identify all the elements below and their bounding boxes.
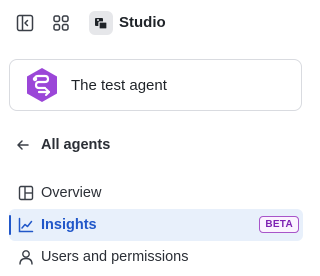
- all-agents-link[interactable]: All agents: [15, 134, 215, 156]
- nav-item-label: Users and permissions: [41, 249, 189, 265]
- sidebar-toggle-icon[interactable]: [13, 11, 37, 35]
- layout-icon: [17, 184, 35, 202]
- agent-selector-card[interactable]: The test agent: [9, 59, 302, 111]
- studio-logo-icon[interactable]: [89, 11, 113, 35]
- nav-item-users-and-permissions[interactable]: Users and permissions: [9, 241, 303, 273]
- top-bar: Studio: [0, 0, 315, 46]
- nav-item-insights[interactable]: Insights BETA: [9, 209, 303, 241]
- agent-avatar: [24, 67, 60, 103]
- app-title: Studio: [119, 14, 166, 31]
- beta-badge: BETA: [259, 216, 299, 233]
- agent-name: The test agent: [71, 77, 167, 94]
- nav-item-overview[interactable]: Overview: [9, 177, 303, 209]
- user-icon: [17, 248, 35, 266]
- nav-item-label: Overview: [41, 185, 102, 201]
- apps-grid-icon[interactable]: [49, 11, 73, 35]
- nav-item-label: Insights: [41, 217, 97, 233]
- active-indicator: [9, 215, 11, 235]
- all-agents-label: All agents: [41, 137, 111, 153]
- chart-line-icon: [17, 216, 35, 234]
- arrow-left-icon: [15, 136, 33, 154]
